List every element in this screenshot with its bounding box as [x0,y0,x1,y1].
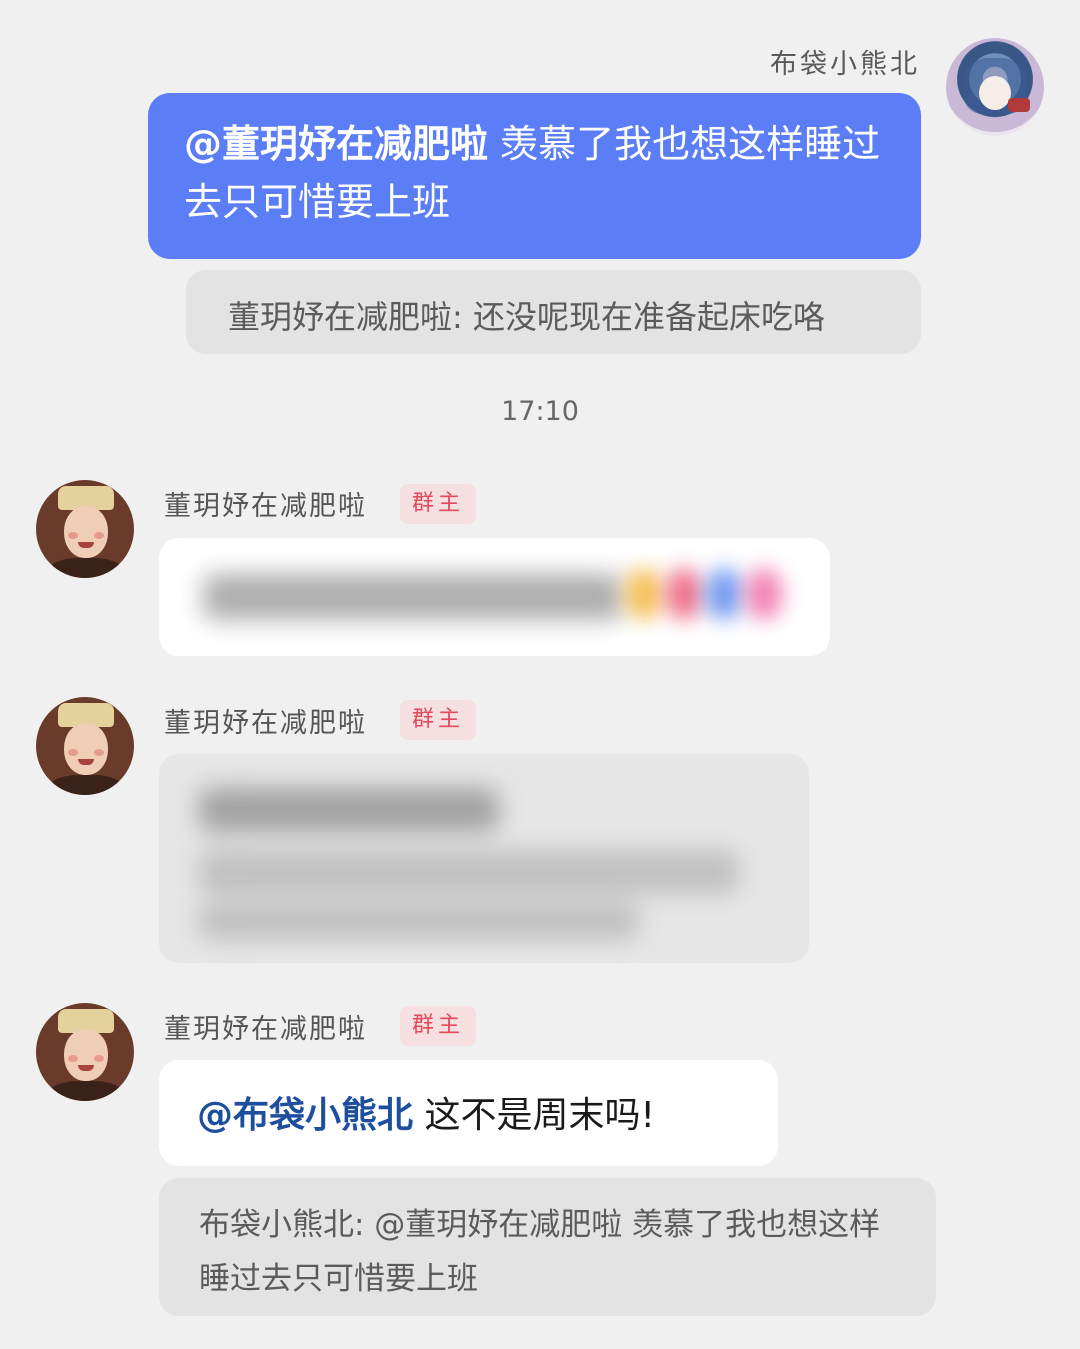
emoji-icon [705,568,743,620]
emoji-icon [745,568,783,620]
sender-name[interactable]: 董玥妤在减肥啦 [164,701,367,740]
blurred-text [203,574,623,620]
mention-link[interactable]: @董玥妤在减肥啦 [184,122,488,166]
avatar[interactable] [36,480,134,578]
timestamp: 17:10 [501,396,579,427]
message-text: 这不是周末吗! [413,1095,655,1136]
blurred-text [199,902,639,940]
emoji-icon [665,568,703,620]
mention-link[interactable]: @布袋小熊北 [197,1095,413,1136]
blurred-text [199,788,499,832]
message-bubble[interactable]: @布袋小熊北 这不是周末吗! [159,1060,778,1166]
blurred-text [199,850,739,894]
self-avatar[interactable] [946,38,1044,136]
reply-quote[interactable]: 布袋小熊北: @董玥妤在减肥啦 羡慕了我也想这样睡过去只可惜要上班 [159,1178,936,1316]
self-message-bubble[interactable]: @董玥妤在减肥啦 羡慕了我也想这样睡过去只可惜要上班 [148,93,921,259]
sender-name[interactable]: 董玥妤在减肥啦 [164,484,367,523]
blurred-message-bubble[interactable] [159,754,809,963]
reply-quote[interactable]: 董玥妤在减肥啦: 还没呢现在准备起床吃咯 [186,270,921,354]
sender-name[interactable]: 董玥妤在减肥啦 [164,1007,367,1046]
self-sender-name: 布袋小熊北 [770,49,920,80]
blurred-message-bubble[interactable] [159,538,830,656]
avatar[interactable] [36,1003,134,1101]
owner-badge: 群主 [400,700,476,740]
avatar[interactable] [36,697,134,795]
owner-badge: 群主 [400,1006,476,1046]
emoji-icon [625,568,663,620]
owner-badge: 群主 [400,484,476,524]
